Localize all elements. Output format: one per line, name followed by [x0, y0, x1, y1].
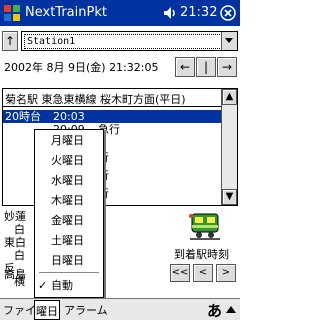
close-icon[interactable]: [220, 5, 236, 21]
menu-item-saturday[interactable]: 土曜日: [35, 231, 103, 251]
current-datetime: 2002年 8月 9日(金) 21:32:05: [4, 61, 159, 74]
up-arrow-icon: ↑: [4, 34, 16, 48]
scroll-down-icon[interactable]: ▼: [222, 189, 237, 205]
menu-alarm[interactable]: アラーム: [64, 302, 108, 318]
dropdown-arrow-icon[interactable]: [221, 32, 237, 50]
menu-item-friday[interactable]: 金曜日: [35, 211, 103, 231]
now-button[interactable]: |: [196, 57, 216, 77]
menu-item-auto[interactable]: ✓ 自動: [35, 276, 103, 296]
menu-item-sunday[interactable]: 日曜日: [35, 251, 103, 271]
arrival-next-button[interactable]: >: [216, 264, 236, 282]
app-title: NextTrainPkt: [25, 5, 107, 20]
station-value: Station1: [24, 34, 222, 49]
menu-bar: ファイル 曜日 アラーム あ: [0, 298, 240, 320]
menu-item-thursday[interactable]: 木曜日: [35, 191, 103, 211]
scroll-up-icon[interactable]: ▲: [222, 89, 237, 105]
menu-weekday[interactable]: 曜日: [34, 300, 60, 320]
list-scrollbar[interactable]: ▲ ▼: [221, 89, 237, 205]
prev-train-button[interactable]: ←: [175, 57, 195, 77]
list-item[interactable]: 20時台 20:03: [3, 110, 221, 123]
keyboard-arrow-icon[interactable]: [225, 305, 237, 315]
swap-direction-button[interactable]: ↑: [2, 31, 18, 51]
title-bar: NextTrainPkt 21:32: [0, 0, 240, 26]
train-icon: [189, 213, 220, 240]
menu-item-wednesday[interactable]: 水曜日: [35, 171, 103, 191]
weekday-popup-menu: 月曜日 火曜日 水曜日 木曜日 金曜日 土曜日 日曜日 ✓ 自動: [34, 129, 104, 298]
checkmark-icon: ✓: [38, 279, 48, 292]
station-select[interactable]: Station1: [21, 31, 238, 51]
arrival-prev-button[interactable]: <: [193, 264, 213, 282]
speaker-icon[interactable]: [162, 5, 178, 21]
menu-item-monday[interactable]: 月曜日: [35, 131, 103, 151]
input-method-icon[interactable]: あ: [207, 300, 222, 321]
next-train-button[interactable]: →: [217, 57, 237, 77]
timetable-header: 菊名駅 東急東横線 桜木町方面(平日): [3, 89, 221, 107]
menu-item-tuesday[interactable]: 火曜日: [35, 151, 103, 171]
clock[interactable]: 21:32: [180, 5, 217, 20]
arrival-first-button[interactable]: <<: [170, 264, 190, 282]
stop-name-last: 高島: [4, 268, 26, 281]
windows-start-icon[interactable]: [3, 4, 21, 22]
menu-item-auto-label: 自動: [51, 279, 73, 292]
arrival-time-label: 到着駅時刻: [174, 248, 229, 261]
menu-separator: [39, 272, 99, 273]
